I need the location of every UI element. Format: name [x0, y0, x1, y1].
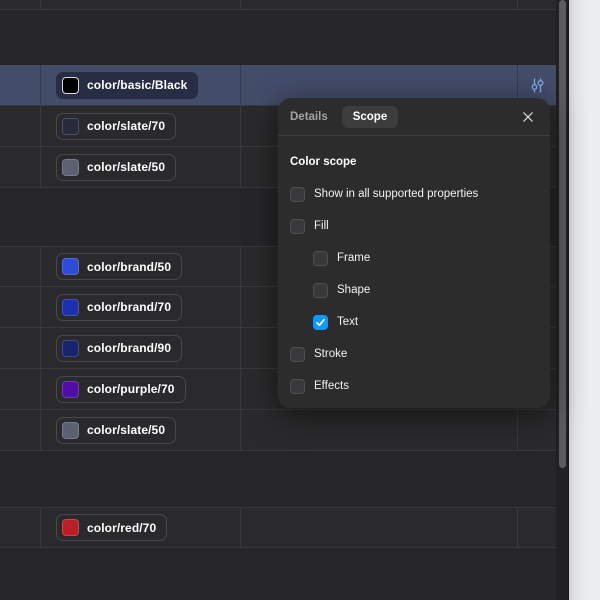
option-fill[interactable]: Fill	[290, 210, 536, 242]
variable-chip[interactable]: color/slate/70	[56, 112, 177, 140]
option-label: Show in all supported properties	[314, 188, 479, 200]
variable-chip[interactable]: color/slate/50	[56, 416, 177, 444]
scope-settings-button[interactable]	[525, 73, 549, 97]
option-label: Text	[337, 316, 359, 328]
color-swatch	[62, 117, 79, 135]
scrollbar-thumb[interactable]	[559, 0, 566, 468]
close-button[interactable]	[516, 105, 540, 129]
table-row[interactable]	[0, 0, 556, 10]
variable-scope-popup: Details Scope Color scope Show in all su…	[278, 98, 550, 408]
close-icon	[523, 111, 533, 122]
tab-scope[interactable]: Scope	[341, 105, 399, 128]
variable-chip[interactable]: color/brand/90	[56, 334, 183, 362]
color-swatch	[62, 158, 79, 176]
checkbox[interactable]	[313, 314, 328, 330]
checkbox[interactable]	[290, 378, 305, 394]
option-effects[interactable]: Effects	[290, 370, 536, 402]
option-frame[interactable]: Frame	[290, 242, 536, 274]
canvas-background	[568, 0, 600, 600]
section-title: Color scope	[290, 156, 357, 168]
color-swatch	[62, 339, 79, 357]
variable-name: color/brand/50	[87, 259, 172, 274]
option-label: Frame	[337, 252, 371, 264]
checkbox[interactable]	[313, 250, 328, 266]
variable-chip[interactable]: color/slate/50	[56, 153, 177, 181]
scrollbar-track[interactable]	[556, 0, 568, 600]
variable-chip[interactable]: color/brand/70	[56, 293, 183, 321]
variable-chip[interactable]: color/basic/Black	[56, 71, 199, 99]
variable-chip[interactable]: color/purple/70	[56, 375, 186, 403]
variable-name: color/brand/70	[87, 300, 172, 314]
option-show-all[interactable]: Show in all supported properties	[290, 178, 536, 210]
variable-name: color/red/70	[87, 520, 157, 535]
popup-body: Color scope Show in all supported proper…	[278, 136, 550, 402]
checkbox[interactable]	[290, 186, 305, 202]
variable-name: color/slate/50	[87, 160, 166, 174]
color-swatch	[62, 421, 79, 439]
popup-header: Details Scope	[278, 98, 550, 136]
table-row[interactable]: color/red/70	[0, 507, 556, 548]
option-label: Shape	[337, 284, 371, 296]
scope-options: Show in all supported properties Fill Fr…	[290, 178, 536, 402]
color-swatch	[62, 519, 79, 536]
option-stroke[interactable]: Stroke	[290, 338, 536, 370]
option-label: Stroke	[314, 348, 348, 360]
color-swatch	[62, 298, 79, 316]
variable-chip[interactable]: color/brand/50	[56, 253, 183, 280]
color-swatch	[62, 258, 79, 275]
color-swatch	[62, 380, 79, 398]
checkbox[interactable]	[290, 218, 305, 234]
tab-details[interactable]: Details	[290, 111, 328, 123]
checkbox[interactable]	[290, 346, 305, 362]
color-swatch	[62, 76, 79, 94]
option-shape[interactable]: Shape	[290, 274, 536, 306]
sliders-icon	[531, 78, 543, 92]
variable-name: color/slate/70	[87, 119, 166, 133]
check-icon	[316, 318, 325, 326]
checkbox[interactable]	[313, 282, 328, 298]
variable-name: color/purple/70	[87, 382, 175, 396]
option-label: Effects	[314, 380, 349, 392]
table-row[interactable]: color/slate/50	[0, 410, 556, 451]
option-label: Fill	[314, 220, 329, 232]
variable-name: color/slate/50	[87, 423, 166, 437]
option-text[interactable]: Text	[290, 306, 536, 338]
variable-name: color/basic/Black	[87, 78, 188, 92]
variable-name: color/brand/90	[87, 341, 172, 355]
variable-chip[interactable]: color/red/70	[56, 514, 168, 541]
